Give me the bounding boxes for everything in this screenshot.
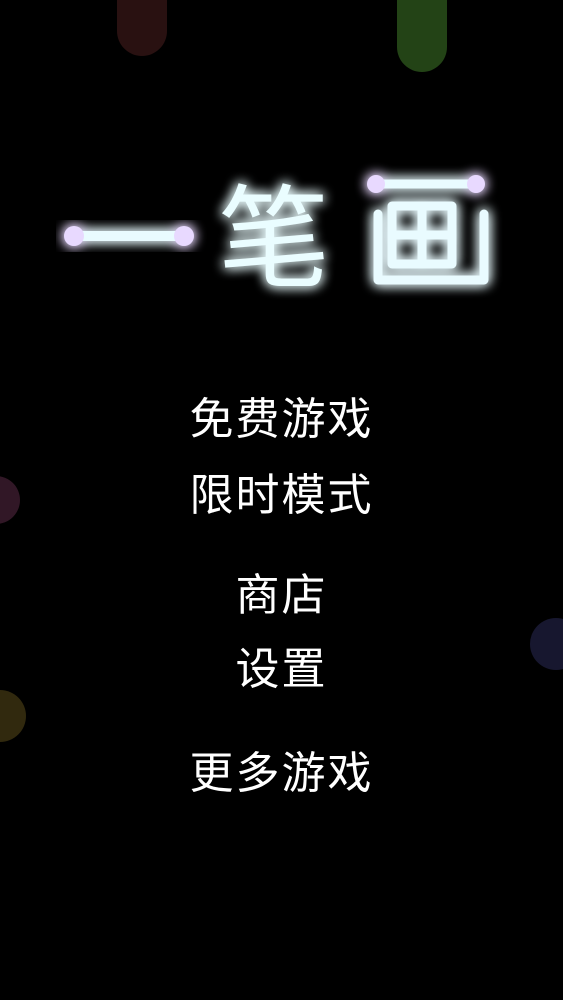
- settings-button[interactable]: 设置: [0, 644, 563, 696]
- logo-char-draw: [367, 175, 489, 285]
- decorative-bar-top-right: [397, 0, 447, 72]
- logo-char-pen: 笔: [218, 175, 330, 305]
- game-logo-graphic: 笔: [64, 175, 489, 305]
- more-games-button[interactable]: 更多游戏: [0, 748, 563, 800]
- decorative-bar-top-left: [117, 0, 167, 56]
- timed-mode-button[interactable]: 限时模式: [0, 470, 563, 522]
- decorative-dot-left-lower: [0, 690, 26, 742]
- svg-text:笔: 笔: [218, 175, 330, 305]
- shop-button[interactable]: 商店: [0, 570, 563, 622]
- logo-char-one: [64, 226, 194, 246]
- game-logo: 笔: [56, 156, 512, 306]
- free-game-button[interactable]: 免费游戏: [0, 394, 563, 446]
